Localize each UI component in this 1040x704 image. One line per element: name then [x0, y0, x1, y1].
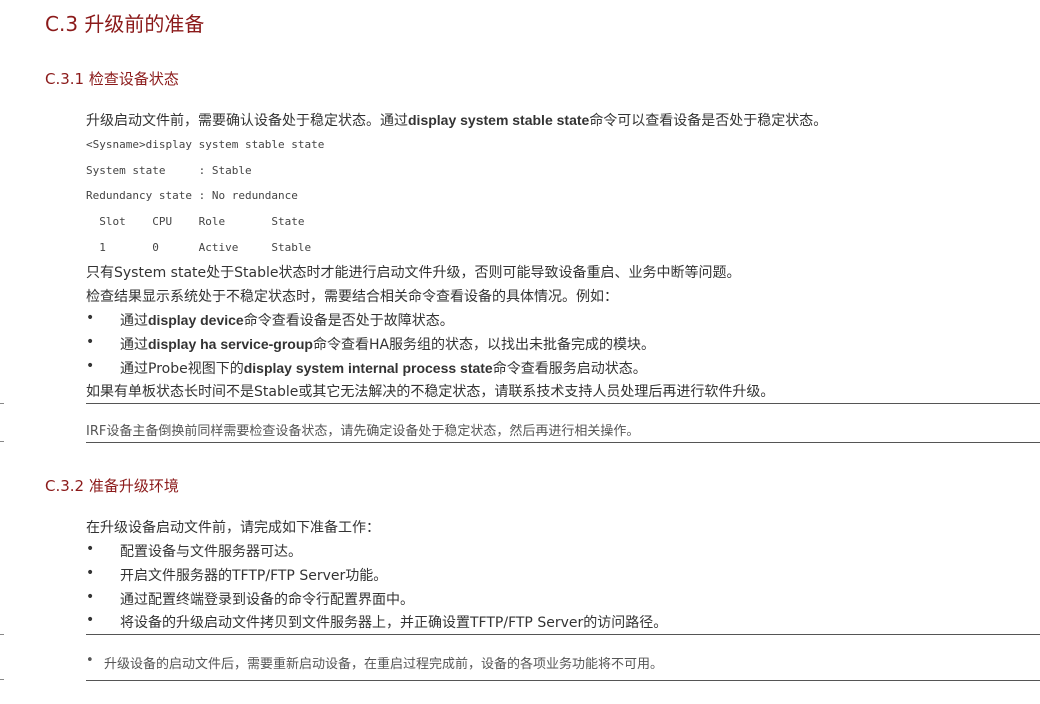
list-item-post: 命令查看设备是否处于故障状态。: [243, 313, 454, 329]
bullet-dot: •: [86, 310, 95, 326]
list-item: 通过配置终端登录到设备的命令行配置界面中。: [120, 592, 414, 608]
bullet-dot: •: [86, 612, 95, 628]
list-item: 将设备的升级启动文件拷贝到文件服务器上，并正确设置TFTP/FTP Server…: [120, 615, 668, 631]
bullet-dot: •: [86, 589, 95, 605]
paragraph-stable-required: 只有System state处于Stable状态时才能进行启动文件升级，否则可能…: [86, 265, 741, 281]
prepare-env-intro: 在升级设备启动文件前，请完成如下准备工作：: [86, 520, 380, 536]
code-line: System state : Stable: [86, 164, 252, 177]
list-item-command: display system internal process state: [243, 360, 493, 376]
list-item: 通过Probe视图下的display system internal proce…: [120, 358, 647, 378]
bullet-dot: •: [86, 358, 95, 374]
list-item: 通过display ha service-group命令查看HA服务组的状态，以…: [120, 334, 655, 354]
code-line: Slot CPU Role State: [86, 215, 305, 228]
note-divider-top: [86, 403, 1040, 404]
intro-text-post: 命令可以查看设备是否处于稳定状态。: [589, 113, 828, 129]
list-item-pre: 通过Probe视图下的: [120, 361, 244, 377]
list-item-post: 命令查看HA服务组的状态，以找出未批备完成的模块。: [312, 337, 656, 353]
code-line: Redundancy state : No redundance: [86, 189, 298, 202]
list-item-post: 命令查看服务启动状态。: [492, 361, 647, 377]
subsection-title-check-status: C.3.1 检查设备状态: [45, 70, 179, 88]
list-item-pre: 通过: [120, 337, 148, 353]
bullet-dot: •: [86, 334, 95, 350]
margin-tick: [0, 403, 4, 404]
list-item-command: display device: [148, 312, 244, 328]
intro-command: display system stable state: [408, 112, 590, 128]
intro-text-pre: 升级启动文件前，需要确认设备处于稳定状态。通过: [86, 113, 408, 129]
list-item: 配置设备与文件服务器可达。: [120, 544, 302, 560]
bullet-dot: •: [86, 541, 95, 557]
note-bullet-dot: •: [86, 653, 94, 668]
paragraph-contact-support: 如果有单板状态长时间不是Stable或其它无法解决的不稳定状态，请联系技术支持人…: [86, 384, 775, 400]
note-divider-bottom: [86, 442, 1040, 443]
note-reboot: 升级设备的启动文件后，需要重新启动设备，在重启过程完成前，设备的各项业务功能将不…: [104, 657, 664, 672]
list-item-command: display ha service-group: [148, 336, 313, 352]
margin-tick: [0, 679, 4, 680]
check-status-intro: 升级启动文件前，需要确认设备处于稳定状态。通过display system st…: [86, 110, 827, 130]
list-item: 开启文件服务器的TFTP/FTP Server功能。: [120, 568, 388, 584]
note-irf: IRF设备主备倒换前同样需要检查设备状态，请先确定设备处于稳定状态，然后再进行相…: [86, 424, 640, 439]
note-divider-top: [86, 634, 1040, 635]
subsection-title-prepare-env: C.3.2 准备升级环境: [45, 477, 179, 495]
paragraph-unstable-check: 检查结果显示系统处于不稳定状态时，需要结合相关命令查看设备的具体情况。例如：: [86, 289, 618, 305]
list-item-pre: 通过: [120, 313, 148, 329]
note-divider-bottom: [86, 680, 1040, 681]
bullet-dot: •: [86, 565, 95, 581]
margin-tick: [0, 634, 4, 635]
list-item: 通过display device命令查看设备是否处于故障状态。: [120, 310, 454, 330]
section-title: C.3 升级前的准备: [45, 12, 205, 36]
code-line: <Sysname>display system stable state: [86, 138, 325, 151]
code-line: 1 0 Active Stable: [86, 241, 312, 254]
margin-tick: [0, 441, 4, 442]
